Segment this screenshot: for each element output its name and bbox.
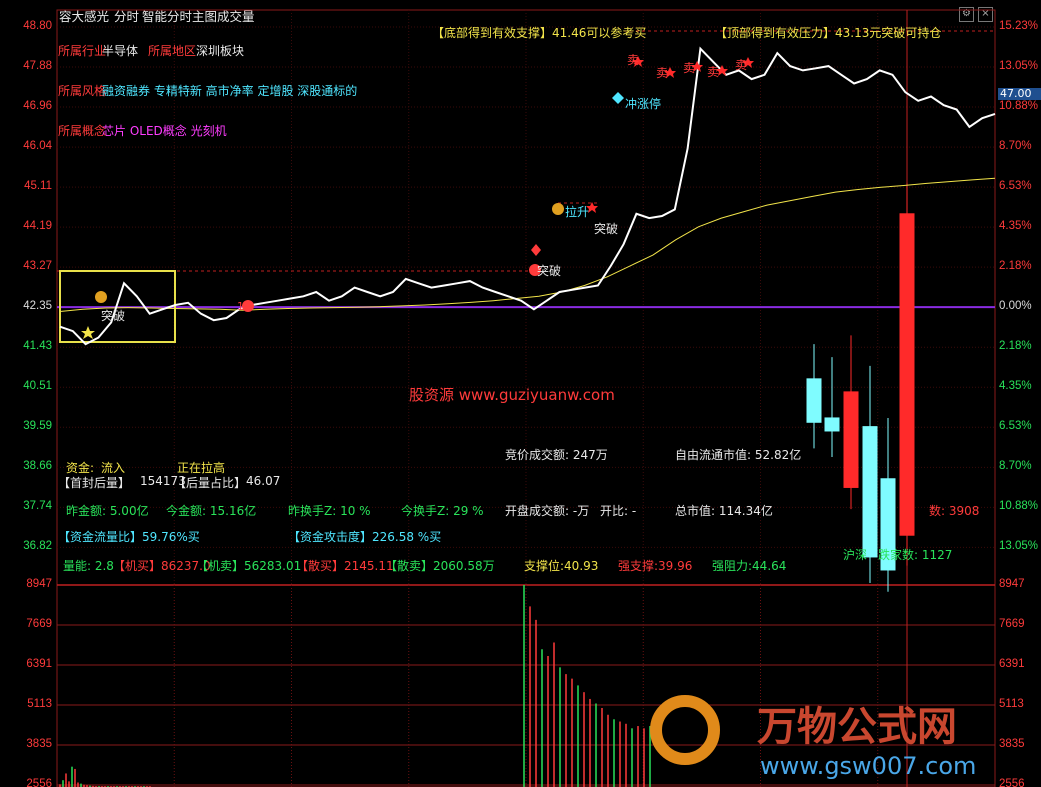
candle-body [843,391,859,488]
stock-chart-window: 容大感光 分时 智能分时主图 成交量 ⚙ × 48.80 47.88 46.96 46… [0,0,1041,787]
candle-body [806,378,822,423]
seal-label: 【首封后量】 [58,476,131,490]
fund-attack-degree: 【资金攻击度】226.58 %买 [288,530,442,544]
sell-signal-5: 卖 [735,58,748,72]
sell-signal-2: 卖 [656,66,669,80]
open-amount: 开盘成交额: -万 [505,504,590,518]
rush-limit-label: 冲涨停 [625,97,662,111]
institution-sell: 【机卖】56283.01 [196,559,302,573]
candle-body [862,426,878,558]
industry-value: 半导体 [102,44,139,58]
volume-ratio: 量能: 2.8 [63,559,114,573]
strong-support-level: 强支撑:39.96 [618,559,693,573]
today-turnover: 今换手Z: 29 % [401,504,484,518]
shanghai-shenzhen-label: 沪深 [843,548,868,562]
region-value: 深圳板块 [196,44,245,58]
auction-amount: 竞价成交额: 247万 [505,448,608,462]
yesterday-amount: 昨金额: 5.00亿 [66,504,149,518]
concept-label: 所属概念 [58,124,107,138]
style-label: 所属风格 [58,84,107,98]
open-ratio: 开比: - [600,504,637,518]
style-value: 融资融券 专精特新 高市净率 定增股 深股通标的 [102,84,358,98]
retail-buy: 【散买】2145.11 [296,559,394,573]
total-market-cap: 总市值: 114.34亿 [675,504,773,518]
concept-value: 芯片 OLED概念 光刻机 [102,124,227,138]
today-amount: 今金额: 15.16亿 [166,504,257,518]
strong-resistance-level: 强阻力:44.64 [712,559,787,573]
fund-flow-ratio: 【资金流量比】59.76%买 [58,530,200,544]
brand-watermark: 万物公式网 [757,704,957,750]
breakout-label-2: 突破 [537,264,562,278]
marker-one: 1 [237,300,244,313]
support-level: 支撑位:40.93 [524,559,599,573]
advancing-count: 数: 3908 [929,504,980,518]
industry-label: 所属行业 [58,44,107,58]
signal-marker-icon [552,203,564,215]
candle-body [899,213,915,536]
average-price-line [59,177,996,312]
pull-up-label: 拉升 [565,205,590,219]
seal-ratio-label: 【后量占比】 [174,476,247,490]
site-watermark: 股资源 www.guziyuanw.com [409,386,615,404]
brand-url-watermark: www.gsw007.com [760,752,977,780]
diamond-icon [531,244,541,256]
candle-body [824,417,840,432]
sell-signal-3: 卖 [683,61,696,75]
retail-sell: 【散卖】2060.58万 [385,559,495,573]
declining-count: 跌家数: 1127 [878,548,953,562]
sell-signal-1: 卖 [627,53,640,67]
signal-marker-icon [95,291,107,303]
seal-ratio-value: 46.07 [246,474,281,488]
star-icon [81,326,95,339]
float-market-cap: 自由流通市值: 52.82亿 [675,448,802,462]
top-pressure-signal: 【顶部得到有效压力】43.13元突破可持仓 [715,26,942,40]
breakout-label-1: 突破 [101,309,126,323]
yesterday-turnover: 昨换手Z: 10 % [288,504,371,518]
bottom-support-signal: 【底部得到有效支撑】41.46可以参考买 [432,26,647,40]
sell-signal-4: 卖 [707,65,720,79]
breakout-label-3: 突破 [594,222,619,236]
brand-logo-icon [650,695,720,765]
region-label: 所属地区 [148,44,197,58]
diamond-icon [612,92,624,104]
